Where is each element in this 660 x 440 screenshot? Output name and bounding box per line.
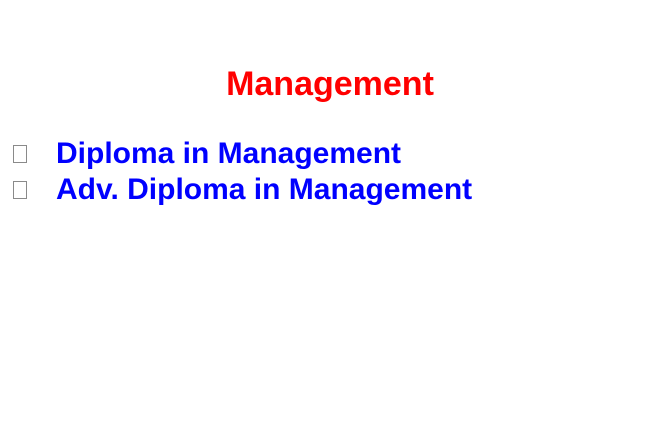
- list-item-label: Diploma in Management: [56, 137, 402, 170]
- slide: Management Diploma in Management Adv. Di…: [0, 0, 660, 440]
- list-item-label: Adv. Diploma in Management: [56, 173, 473, 206]
- slide-title: Management: [226, 65, 434, 103]
- square-bullet-icon: [13, 181, 27, 199]
- list-item: Adv. Diploma in Management: [8, 172, 472, 208]
- bullet-list: Diploma in Management Adv. Diploma in Ma…: [8, 136, 472, 208]
- square-bullet-icon: [13, 145, 27, 163]
- list-item: Diploma in Management: [8, 136, 472, 172]
